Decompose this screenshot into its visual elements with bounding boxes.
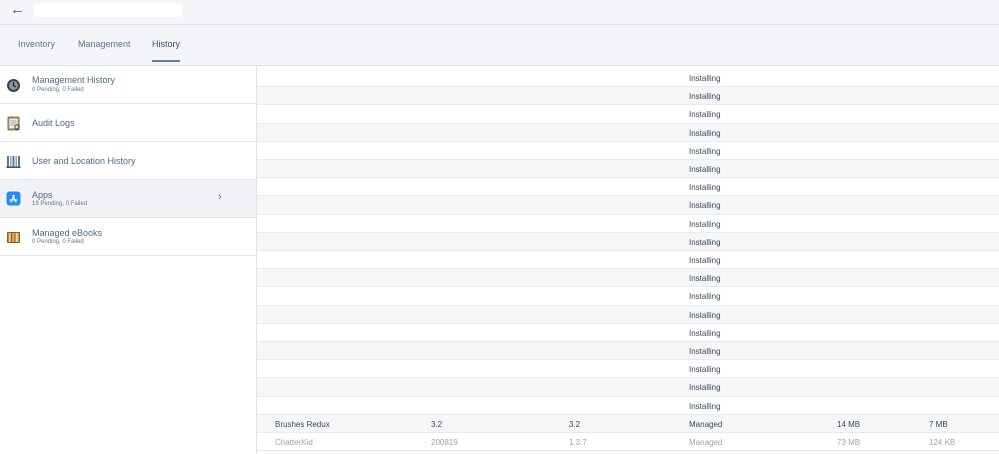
sidebar-item-subtitle: 19 Pending, 0 Failed [32, 201, 88, 207]
table-row[interactable]: Installing [257, 232, 999, 251]
table-row[interactable]: Installing [257, 142, 999, 160]
user-location-history-icon [6, 156, 21, 168]
table-row[interactable]: Installing [257, 360, 999, 379]
status-cell: Installing [689, 383, 721, 393]
sidebar-item-title: User and Location History [32, 156, 136, 166]
status-cell: Installing [689, 310, 721, 320]
app-store-icon [6, 191, 21, 206]
apps-history-table: Installing Installing Installing Installing… [257, 66, 999, 454]
top-bar: ← [0, 0, 999, 25]
table-row[interactable]: Installing [257, 397, 999, 415]
table-row[interactable]: Installing [257, 269, 999, 288]
sidebar-item-user-location-history[interactable]: User and Location History [0, 142, 256, 180]
short-version-cell: 3.2 [569, 419, 581, 429]
sidebar-item-management-history[interactable]: Management History 0 Pending, 0 Failed [0, 66, 256, 104]
sidebar-item-audit-logs[interactable]: Audit Logs [0, 104, 256, 142]
status-cell: Installing [689, 328, 721, 338]
table-row[interactable]: ChatterKid 200819 1.3.7 Managed 73 MB 124 KB [257, 433, 999, 452]
table-row[interactable]: Installing [257, 178, 999, 197]
size-cell: 73 MB [837, 438, 861, 447]
table-row[interactable]: Installing [257, 324, 999, 342]
sidebar-item-title: Audit Logs [32, 118, 75, 128]
audit-logs-icon [7, 116, 20, 131]
status-cell: Installing [689, 401, 721, 411]
table-row[interactable]: Installing [257, 87, 999, 106]
table-row[interactable]: Installing [257, 105, 999, 124]
tab-management[interactable]: Management [78, 39, 131, 60]
sidebar-item-subtitle: 0 Pending, 0 Failed [32, 239, 84, 245]
table-row[interactable]: Installing [257, 123, 999, 142]
history-sidebar: Management History 0 Pending, 0 Failed A… [0, 66, 257, 454]
sidebar-item-managed-ebooks[interactable]: Managed eBooks 0 Pending, 0 Failed [0, 218, 256, 256]
short-version-cell: 1.3.7 [569, 438, 587, 447]
table-row[interactable]: Installing [257, 160, 999, 179]
sidebar-item-apps[interactable]: Apps 19 Pending, 0 Failed › [0, 180, 256, 218]
status-cell: Installing [689, 256, 721, 265]
table-row[interactable]: Brushes Redux 3.2 3.2 Managed 14 MB 7 MB [257, 414, 999, 433]
redacted-device-title [34, 3, 182, 17]
size-cell: 14 MB [837, 419, 861, 429]
table-row[interactable]: Installing [257, 378, 999, 397]
dynamic-size-cell: 124 KB [929, 438, 956, 447]
status-cell: Installing [689, 201, 721, 211]
status-cell: Installing [689, 128, 721, 138]
tab-bar: Inventory Management History [0, 25, 999, 66]
table-row[interactable]: Installing [257, 287, 999, 306]
table-row[interactable]: Installing [257, 69, 999, 88]
status-cell: Installing [689, 274, 721, 284]
sidebar-item-title: Apps [32, 190, 53, 200]
sidebar-item-title: Management History [32, 75, 116, 85]
status-cell: Installing [689, 110, 721, 120]
status-cell: Installing [689, 146, 721, 156]
chevron-right-icon: › [218, 191, 222, 203]
app-name-cell: Brushes Redux [275, 419, 330, 429]
tab-history[interactable]: History [152, 39, 181, 62]
status-cell: Installing [689, 165, 721, 174]
table-row[interactable]: Installing [257, 251, 999, 270]
status-cell: Installing [689, 347, 721, 356]
back-button[interactable]: ← [10, 1, 30, 19]
management-history-icon [7, 79, 20, 92]
tab-inventory[interactable]: Inventory [18, 39, 55, 60]
status-cell: Installing [689, 219, 721, 229]
status-cell: Installing [689, 292, 721, 302]
table-row[interactable]: Installing [257, 196, 999, 215]
status-cell: Installing [689, 74, 721, 83]
status-cell: Installing [689, 92, 721, 102]
table-row[interactable]: Installing [257, 342, 999, 361]
version-cell: 200819 [431, 438, 458, 447]
dynamic-size-cell: 7 MB [929, 419, 948, 429]
arrow-left-icon: ← [10, 1, 25, 18]
sidebar-item-title: Managed eBooks [32, 228, 103, 238]
status-cell: Installing [689, 183, 721, 193]
version-cell: 3.2 [431, 419, 443, 429]
status-cell: Installing [689, 237, 721, 247]
books-icon [7, 232, 20, 243]
status-cell: Managed [689, 438, 723, 447]
app-name-cell: ChatterKid [275, 438, 313, 447]
table-row[interactable]: Installing [257, 215, 999, 233]
sidebar-item-subtitle: 0 Pending, 0 Failed [32, 87, 84, 93]
status-cell: Installing [689, 365, 721, 375]
table-row[interactable]: Installing [257, 305, 999, 324]
status-cell: Managed [689, 419, 723, 429]
